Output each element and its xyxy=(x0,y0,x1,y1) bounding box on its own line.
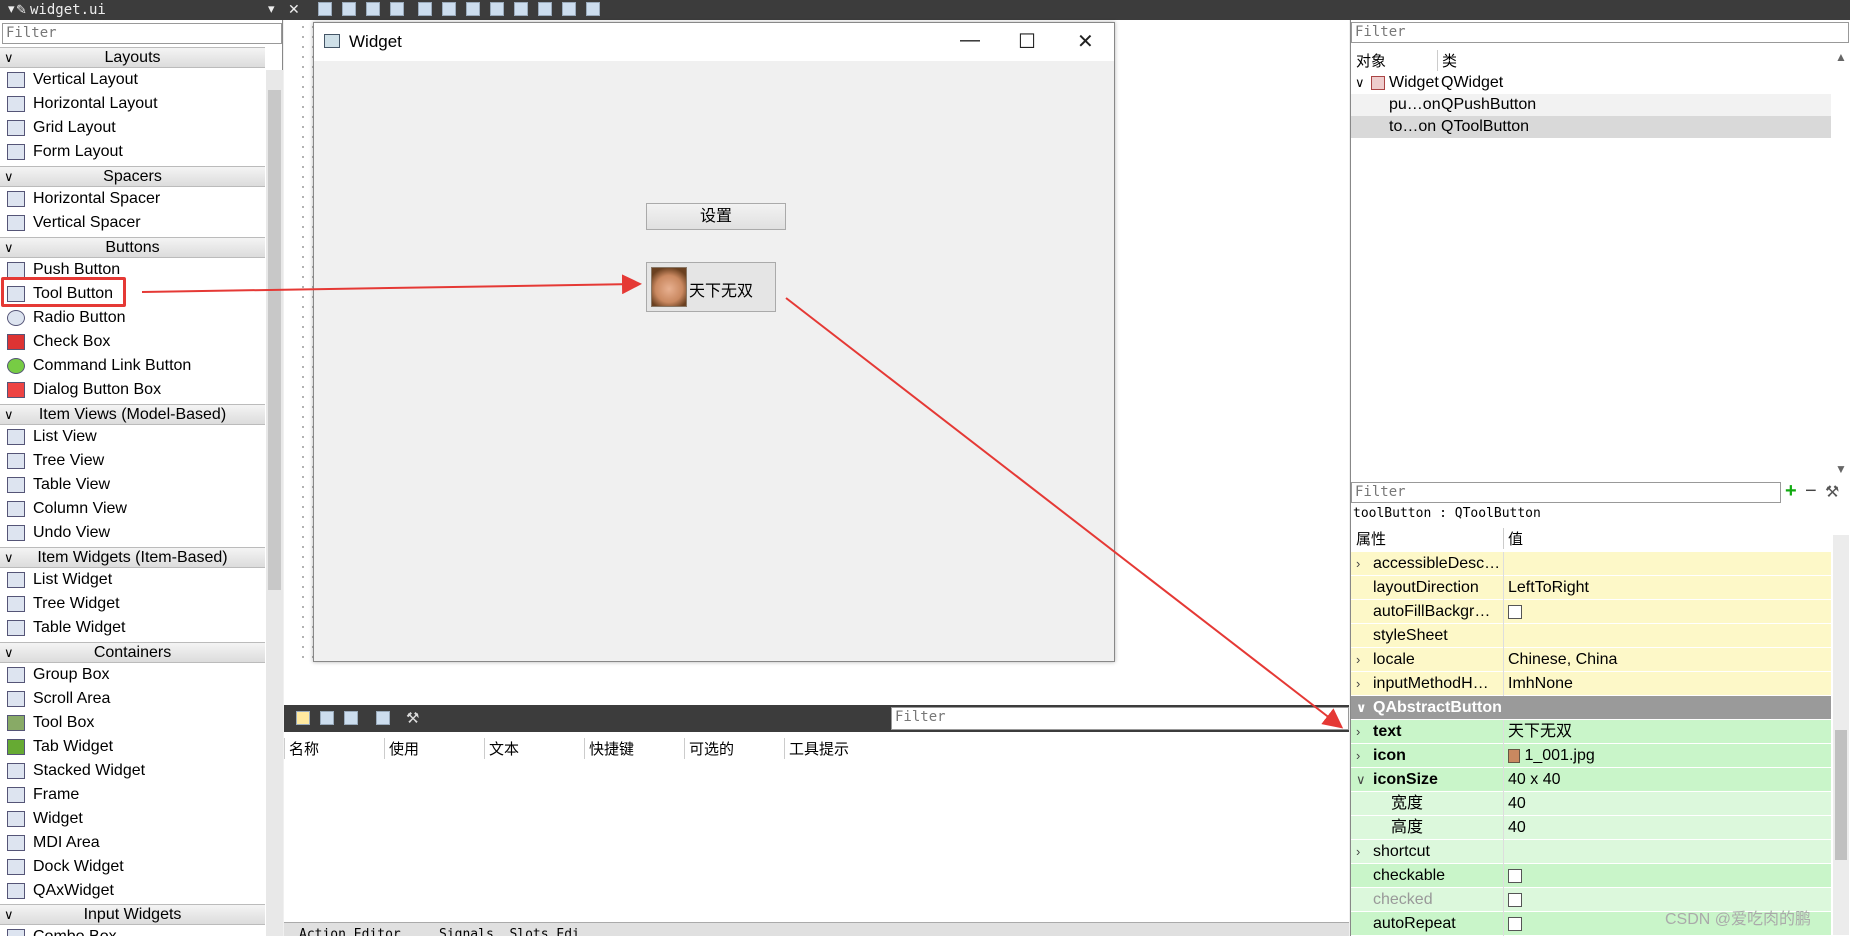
arrow-to-text-property xyxy=(785,297,1344,729)
annotation-arrows xyxy=(141,274,1344,729)
watermark: CSDN @爱吃肉的鹏 xyxy=(1665,911,1812,928)
arrow-to-tool-button xyxy=(141,274,642,295)
